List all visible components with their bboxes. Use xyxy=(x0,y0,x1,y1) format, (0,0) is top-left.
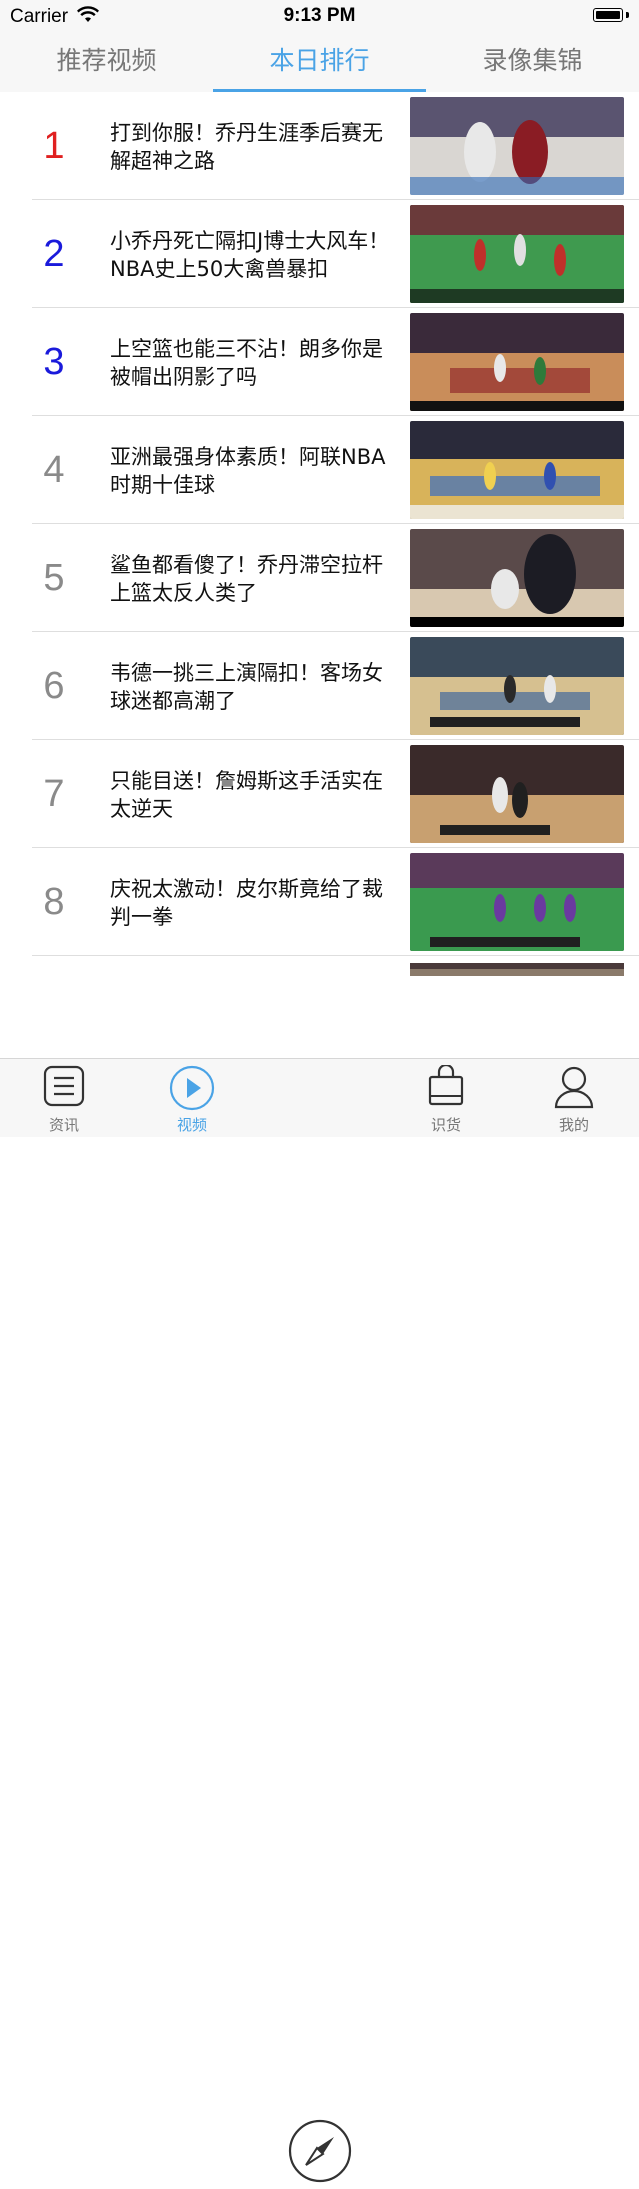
tabbar-label: 识货 xyxy=(430,1116,461,1134)
video-list-item[interactable]: 6 韦德一挑三上演隔扣！客场女球迷都高潮了 xyxy=(0,632,639,740)
video-list-item[interactable]: 4 亚洲最强身体素质！阿联NBA时期十佳球 xyxy=(0,416,639,524)
video-title: 鲨鱼都看傻了！乔丹滞空拉杆上篮太反人类了 xyxy=(110,553,383,605)
video-title: 小乔丹死亡隔扣J博士大风车！NBA史上50大禽兽暴扣 xyxy=(110,229,390,281)
rank-number: 7 xyxy=(43,773,65,815)
video-thumbnail[interactable] xyxy=(410,421,624,519)
tabbar-video[interactable]: 视频 xyxy=(132,1059,252,1137)
video-title: 亚洲最强身体素质！阿联NBA时期十佳球 xyxy=(110,445,386,497)
row-divider xyxy=(32,955,639,956)
video-title: 庆祝太激动！皮尔斯竟给了裁判一拳 xyxy=(110,877,383,929)
play-icon xyxy=(169,1065,215,1115)
video-thumbnail[interactable] xyxy=(410,313,624,411)
rank-number: 8 xyxy=(43,881,65,923)
battery-icon xyxy=(593,8,629,24)
video-list-item[interactable]: 7 只能目送！詹姆斯这手活实在太逆天 xyxy=(0,740,639,848)
tabbar-discover[interactable] xyxy=(286,2117,354,2185)
tab-daily-ranking[interactable]: 本日排行 xyxy=(213,32,426,92)
tabbar-mine[interactable]: 我的 xyxy=(514,1059,634,1137)
tabbar-goods[interactable]: 识货 xyxy=(386,1059,506,1137)
video-thumbnail[interactable] xyxy=(410,637,624,735)
shopping-bag-icon xyxy=(426,1063,466,1111)
tab-recommended-videos[interactable]: 推荐视频 xyxy=(0,32,213,92)
video-category-tabs: 推荐视频 本日排行 录像集锦 xyxy=(0,32,639,92)
tab-label: 录像集锦 xyxy=(482,46,583,75)
bottom-tab-bar: 资讯 视频 识货 我的 xyxy=(0,1058,639,2183)
video-list-item[interactable]: 8 庆祝太激动！皮尔斯竟给了裁判一拳 xyxy=(0,848,639,956)
rank-number: 5 xyxy=(43,557,65,599)
news-list-icon xyxy=(43,1065,85,1111)
tabbar-news[interactable]: 资讯 xyxy=(4,1059,124,1137)
user-profile-icon xyxy=(553,1065,595,1113)
compass-icon xyxy=(288,2119,352,2183)
tabbar-label: 视频 xyxy=(176,1116,207,1134)
rank-number: 6 xyxy=(43,665,65,707)
video-thumbnail[interactable] xyxy=(410,853,624,951)
video-thumbnail[interactable] xyxy=(410,97,624,195)
video-list-item[interactable]: 2 小乔丹死亡隔扣J博士大风车！NBA史上50大禽兽暴扣 xyxy=(0,200,639,308)
video-thumbnail-partial[interactable] xyxy=(410,962,624,976)
rank-number: 3 xyxy=(43,341,65,383)
video-thumbnail[interactable] xyxy=(410,529,624,627)
video-ranking-list: 1 打到你服！乔丹生涯季后赛无解超神之路 2 小乔丹死亡隔扣J博士大风车！NBA… xyxy=(0,92,639,956)
tabbar-label: 资讯 xyxy=(48,1116,79,1134)
video-title: 打到你服！乔丹生涯季后赛无解超神之路 xyxy=(110,121,383,173)
rank-number: 1 xyxy=(43,125,65,167)
video-title: 上空篮也能三不沾！朗多你是被帽出阴影了吗 xyxy=(110,337,383,389)
tab-highlights[interactable]: 录像集锦 xyxy=(426,32,639,92)
tab-label: 本日排行 xyxy=(269,46,370,75)
rank-number: 2 xyxy=(43,233,65,275)
status-bar: Carrier 9:13 PM xyxy=(0,0,639,32)
video-title: 只能目送！詹姆斯这手活实在太逆天 xyxy=(110,769,383,821)
video-list-item[interactable]: 3 上空篮也能三不沾！朗多你是被帽出阴影了吗 xyxy=(0,308,639,416)
rank-number: 4 xyxy=(43,449,65,491)
video-thumbnail[interactable] xyxy=(410,205,624,303)
video-title: 韦德一挑三上演隔扣！客场女球迷都高潮了 xyxy=(110,661,383,713)
tabbar-label: 我的 xyxy=(558,1116,589,1134)
video-list-item[interactable]: 1 打到你服！乔丹生涯季后赛无解超神之路 xyxy=(0,92,639,200)
video-list-item[interactable]: 5 鲨鱼都看傻了！乔丹滞空拉杆上篮太反人类了 xyxy=(0,524,639,632)
tab-label: 推荐视频 xyxy=(56,46,157,75)
status-time: 9:13 PM xyxy=(283,5,356,26)
video-thumbnail[interactable] xyxy=(410,745,624,843)
